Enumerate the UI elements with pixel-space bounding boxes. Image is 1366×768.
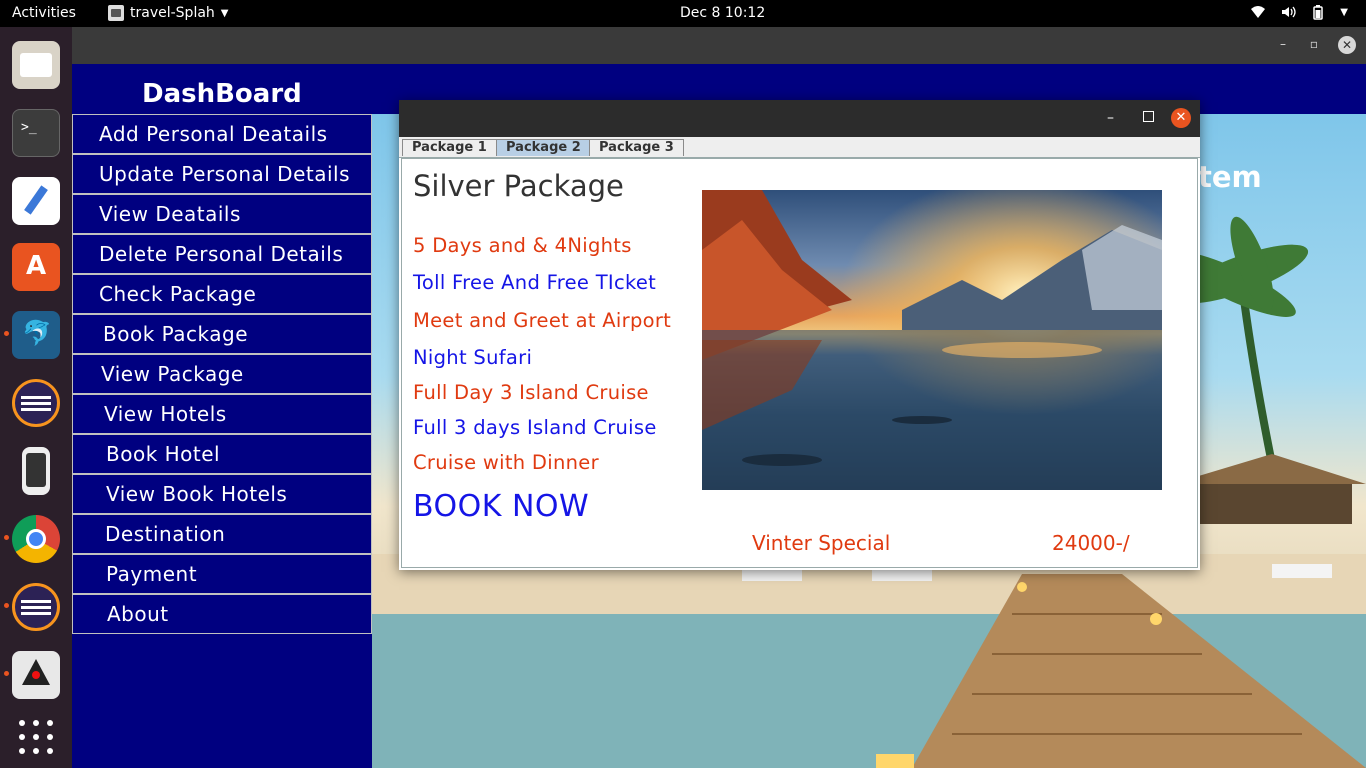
feature-item: Meet and Greet at Airport bbox=[413, 309, 672, 332]
menu-payment[interactable]: Payment bbox=[72, 554, 372, 594]
book-now-button[interactable]: BOOK NOW bbox=[413, 489, 589, 524]
dashboard-title: DashBoard bbox=[142, 79, 302, 109]
eclipse-icon-2[interactable] bbox=[12, 583, 60, 631]
chrome-icon[interactable] bbox=[12, 515, 60, 563]
package-title: Silver Package bbox=[413, 169, 624, 203]
minimize-icon[interactable]: – bbox=[1107, 110, 1114, 126]
app-store-icon[interactable]: A bbox=[12, 243, 60, 291]
tab-package-3[interactable]: Package 3 bbox=[589, 139, 684, 156]
close-icon[interactable]: ✕ bbox=[1171, 108, 1191, 128]
tab-package-1[interactable]: Package 1 bbox=[402, 139, 497, 156]
feature-item: Toll Free And Free TIcket bbox=[413, 271, 657, 294]
java-icon[interactable] bbox=[12, 651, 60, 699]
top-bar: Activities travel-Splah ▼ Dec 8 10:12 ▼ bbox=[0, 0, 1366, 27]
menu-destination[interactable]: Destination bbox=[72, 514, 372, 554]
show-apps-icon[interactable] bbox=[12, 713, 60, 761]
mysql-workbench-icon[interactable]: 🐬 bbox=[12, 311, 60, 359]
dialog-titlebar[interactable]: – ✕ bbox=[399, 100, 1200, 137]
menu-book-package[interactable]: Book Package bbox=[72, 314, 372, 354]
dock: >_ A 🐬 bbox=[0, 27, 72, 768]
package-photo bbox=[702, 190, 1162, 490]
activities-button[interactable]: Activities bbox=[12, 5, 76, 21]
menu-view-details[interactable]: View Deatails bbox=[72, 194, 372, 234]
tab-package-2[interactable]: Package 2 bbox=[496, 139, 591, 156]
terminal-icon[interactable]: >_ bbox=[12, 109, 60, 157]
kde-connect-icon[interactable] bbox=[22, 447, 50, 495]
volume-icon bbox=[1282, 6, 1296, 18]
wifi-icon bbox=[1251, 6, 1266, 18]
battery-icon bbox=[1313, 5, 1324, 20]
app-menu[interactable]: travel-Splah ▼ bbox=[108, 5, 228, 21]
menu-view-book-hotels[interactable]: View Book Hotels bbox=[72, 474, 372, 514]
feature-item: Night Sufari bbox=[413, 346, 533, 369]
menu-about[interactable]: About bbox=[72, 594, 372, 634]
menu-view-hotels[interactable]: View Hotels bbox=[72, 394, 372, 434]
files-icon[interactable] bbox=[12, 41, 60, 89]
feature-item: Full Day 3 Island Cruise bbox=[413, 381, 649, 404]
system-tray[interactable]: ▼ bbox=[1250, 4, 1348, 20]
text-editor-icon[interactable] bbox=[12, 177, 60, 225]
app-name: travel-Splah bbox=[130, 5, 215, 21]
maximize-icon[interactable] bbox=[1143, 111, 1154, 122]
chevron-down-icon: ▼ bbox=[1340, 6, 1348, 18]
clock[interactable]: Dec 8 10:12 bbox=[680, 5, 765, 21]
menu-check-package[interactable]: Check Package bbox=[72, 274, 372, 314]
window-titlebar[interactable]: – ▫ ✕ bbox=[72, 27, 1366, 64]
close-icon[interactable]: ✕ bbox=[1338, 36, 1356, 54]
package-dialog: – ✕ Package 1 Package 2 Package 3 Silver… bbox=[399, 100, 1200, 570]
dashboard-menu: Add Personal Deatails Update Personal De… bbox=[72, 114, 372, 634]
maximize-icon[interactable]: ▫ bbox=[1310, 37, 1318, 51]
menu-update-personal-details[interactable]: Update Personal Details bbox=[72, 154, 372, 194]
package-price: 24000-/ bbox=[1052, 531, 1130, 555]
package-tabs: Package 1 Package 2 Package 3 bbox=[399, 137, 1200, 158]
app-icon bbox=[108, 5, 124, 21]
feature-item: Full 3 days Island Cruise bbox=[413, 416, 657, 439]
menu-book-hotel[interactable]: Book Hotel bbox=[72, 434, 372, 474]
special-label: Vinter Special bbox=[752, 531, 891, 555]
feature-item: Cruise with Dinner bbox=[413, 451, 599, 474]
package-content: Silver Package 5 Days and & 4Nights Toll… bbox=[401, 158, 1198, 568]
minimize-icon[interactable]: – bbox=[1280, 37, 1286, 51]
menu-add-personal-details[interactable]: Add Personal Deatails bbox=[72, 114, 372, 154]
eclipse-icon[interactable] bbox=[12, 379, 60, 427]
menu-view-package[interactable]: View Package bbox=[72, 354, 372, 394]
feature-item: 5 Days and & 4Nights bbox=[413, 234, 632, 257]
chevron-down-icon: ▼ bbox=[220, 7, 229, 19]
menu-delete-personal-details[interactable]: Delete Personal Details bbox=[72, 234, 372, 274]
